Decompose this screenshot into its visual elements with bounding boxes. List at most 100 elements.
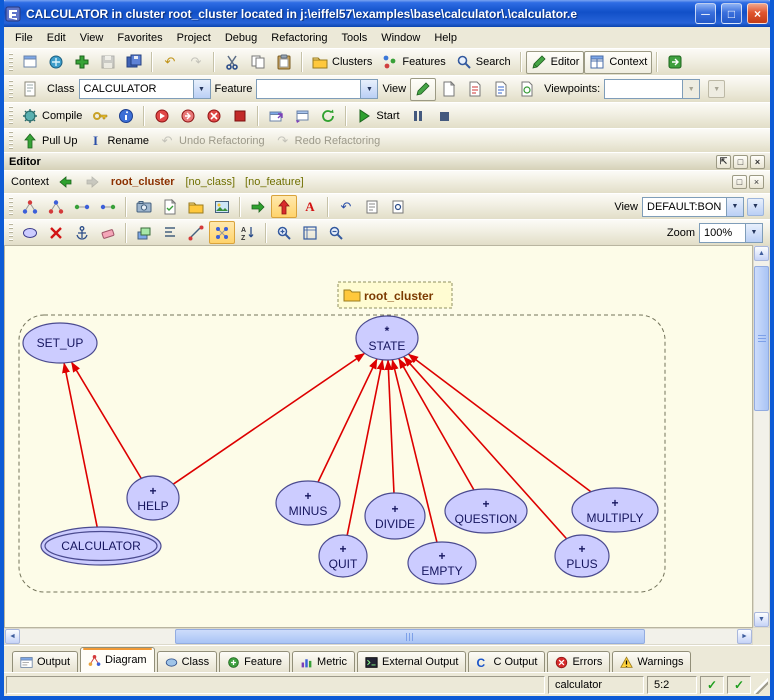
rename-button[interactable]: IRename	[82, 129, 154, 152]
add-label-button[interactable]: A	[297, 195, 323, 218]
toolbar-grip[interactable]	[9, 131, 13, 150]
class-node-state[interactable]: *STATE	[356, 316, 418, 360]
viewpoints-combobox[interactable]: ▼	[604, 79, 700, 99]
class-node-calculator[interactable]: CALCULATOR	[41, 527, 161, 565]
supplier-view-button[interactable]	[69, 195, 95, 218]
external-commands-button[interactable]	[662, 51, 688, 74]
class-node-empty[interactable]: +EMPTY	[408, 542, 476, 584]
tab-warnings[interactable]: Warnings	[612, 651, 691, 672]
menu-edit[interactable]: Edit	[40, 30, 73, 46]
flat-view-button[interactable]	[462, 78, 488, 101]
vertical-scrollbar[interactable]: ▲ ▼	[753, 245, 770, 628]
create-client-link-button[interactable]	[245, 195, 271, 218]
toolbar-grip[interactable]	[9, 106, 13, 125]
save-button[interactable]	[95, 51, 121, 74]
delete-item-button[interactable]	[43, 221, 69, 244]
class-node-minus[interactable]: +MINUS	[276, 481, 340, 525]
ignore-breakpoints-button[interactable]	[201, 104, 227, 127]
picture-button[interactable]	[209, 195, 235, 218]
context-class-name[interactable]: [no_class]	[186, 176, 236, 188]
tab-diagram[interactable]: Diagram	[80, 647, 155, 672]
add-item-button[interactable]	[69, 51, 95, 74]
zoom-combobox[interactable]: 100% ▼	[699, 223, 763, 243]
menu-help[interactable]: Help	[427, 30, 464, 46]
align-button[interactable]	[157, 221, 183, 244]
capture-diagram-button[interactable]	[131, 195, 157, 218]
zoom-out-button[interactable]	[323, 221, 349, 244]
maximize-button[interactable]: □	[721, 3, 742, 24]
menu-project[interactable]: Project	[170, 30, 218, 46]
class-node-plus[interactable]: +PLUS	[555, 535, 609, 577]
inheritance-link-question-state[interactable]	[399, 358, 474, 490]
stop-button[interactable]	[431, 104, 457, 127]
new-window-button[interactable]	[17, 51, 43, 74]
diagram-view-combobox[interactable]: DEFAULT:BON ▼	[642, 197, 744, 217]
tab-feature[interactable]: Feature	[219, 651, 290, 672]
class-tool-button[interactable]	[17, 78, 43, 101]
tab-metric[interactable]: Metric	[292, 651, 355, 672]
resize-grip[interactable]	[754, 676, 768, 694]
scroll-down-icon[interactable]: ▼	[754, 612, 769, 627]
context-cluster-name[interactable]: root_cluster	[111, 176, 175, 188]
save-all-button[interactable]	[121, 51, 147, 74]
refresh-button[interactable]	[315, 104, 341, 127]
class-node-set_up[interactable]: SET_UP	[23, 323, 97, 363]
clusters-button[interactable]: Clusters	[307, 51, 377, 74]
class-node-quit[interactable]: +QUIT	[319, 535, 367, 577]
class-view-button[interactable]	[17, 195, 43, 218]
class-node-help[interactable]: +HELP	[127, 476, 179, 520]
class-node-question[interactable]: +QUESTION	[445, 489, 527, 533]
chevron-down-icon[interactable]: ▼	[360, 80, 377, 98]
horizontal-scroll-thumb[interactable]	[175, 629, 645, 644]
redo-button[interactable]: ↷	[183, 51, 209, 74]
start-button[interactable]: Start	[351, 104, 404, 127]
raise-editor-button[interactable]	[289, 104, 315, 127]
inheritance-link-calculator-set_up[interactable]	[64, 363, 97, 527]
scroll-left-icon[interactable]: ◄	[5, 629, 20, 644]
cut-button[interactable]	[219, 51, 245, 74]
freeze-button[interactable]	[87, 104, 113, 127]
menu-view[interactable]: View	[73, 30, 111, 46]
new-tab-button[interactable]	[436, 78, 462, 101]
vertical-scroll-thumb[interactable]	[754, 266, 769, 411]
toolbar-grip[interactable]	[9, 197, 13, 216]
tab-errors[interactable]: Errors	[547, 651, 610, 672]
scroll-up-icon[interactable]: ▲	[754, 246, 769, 261]
raise-debugger-button[interactable]	[263, 104, 289, 127]
zoom-in-button[interactable]	[271, 221, 297, 244]
inheritance-link-divide-state[interactable]	[388, 360, 394, 493]
viewpoints-menu-button[interactable]: ▼	[708, 80, 725, 98]
clear-breakpoints-button[interactable]	[227, 104, 253, 127]
pause-button[interactable]	[405, 104, 431, 127]
paste-button[interactable]	[271, 51, 297, 74]
force-layout-button[interactable]	[209, 221, 235, 244]
features-button[interactable]: Features	[377, 51, 450, 74]
tab-output[interactable]: Output	[12, 651, 78, 672]
maximize-context-icon[interactable]: □	[732, 175, 747, 189]
chevron-down-icon[interactable]: ▼	[682, 80, 699, 98]
class-combobox[interactable]: CALCULATOR ▼	[79, 79, 211, 99]
inheritance-link-minus-state[interactable]	[318, 359, 377, 482]
cluster-view-button[interactable]	[43, 195, 69, 218]
client-view-button[interactable]	[95, 195, 121, 218]
undo-refactoring-button[interactable]: ↶Undo Refactoring	[154, 129, 270, 152]
history-forward-button[interactable]	[79, 171, 105, 194]
toolbar-grip[interactable]	[9, 53, 13, 72]
history-back-button[interactable]	[53, 171, 79, 194]
search-button[interactable]: Search	[451, 51, 516, 74]
debug-run-button[interactable]	[149, 104, 175, 127]
class-node-divide[interactable]: +DIVIDE	[365, 493, 425, 539]
editor-toggle-button[interactable]: Editor	[526, 51, 585, 74]
minimize-button[interactable]: ─	[695, 3, 716, 24]
debug-step-button[interactable]	[175, 104, 201, 127]
chevron-down-icon[interactable]: ▼	[745, 224, 762, 242]
compile-button[interactable]: Compile	[17, 104, 87, 127]
horizontal-scrollbar[interactable]: ◄ ►	[4, 628, 753, 645]
close-button[interactable]: ×	[747, 3, 768, 24]
menu-tools[interactable]: Tools	[335, 30, 375, 46]
fit-to-window-button[interactable]	[297, 221, 323, 244]
tab-external-output[interactable]: External Output	[357, 651, 466, 672]
pull-up-button[interactable]: Pull Up	[17, 129, 82, 152]
feature-combobox[interactable]: ▼	[256, 79, 378, 99]
close-context-icon[interactable]: ×	[749, 175, 764, 189]
